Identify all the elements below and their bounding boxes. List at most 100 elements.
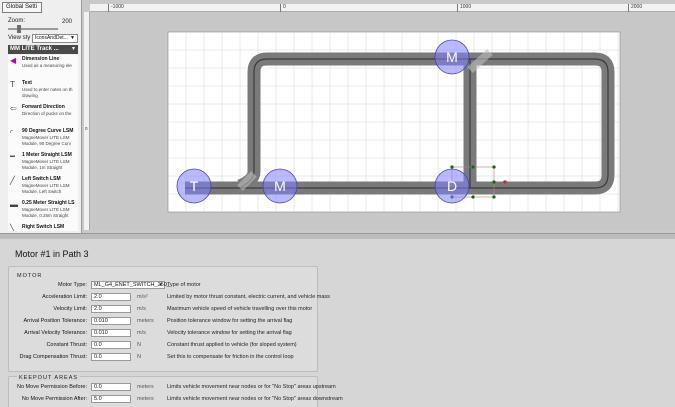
property-row: No Move Permission Before: 0.0 meters Limit… xyxy=(9,383,339,393)
property-label: Arrival Position Tolerance: xyxy=(23,318,87,324)
ruler-tick-label: 2000 xyxy=(628,4,642,12)
library-panel: Global Setti Zoom: 200 View sty IconsAnd… xyxy=(0,0,82,233)
library-item[interactable]: T Text Used to enter notes on th drawing xyxy=(8,79,78,103)
node-diverge[interactable]: D xyxy=(434,168,470,204)
library-selector[interactable]: MM LITE Track ... ▼ xyxy=(8,45,78,54)
library-item[interactable]: ╱ Left Switch LSM MagneMover LITE LSM Modul… xyxy=(8,175,78,199)
library-title: MM LITE Track ... xyxy=(10,46,59,52)
app-window: Global Setti Zoom: 200 View sty IconsAnd… xyxy=(0,0,675,407)
property-value: 2.0 xyxy=(94,306,102,312)
property-row: Drag Compensation Thrust: 0.0 N Set this to… xyxy=(9,353,339,363)
node-motor-top[interactable]: M xyxy=(434,39,470,75)
property-input[interactable]: 0.0 xyxy=(91,341,131,349)
property-value: 0.0 xyxy=(94,342,102,348)
node-motor-bottom-left[interactable]: M xyxy=(262,168,298,204)
node-motor-bottom-left-label: M xyxy=(274,178,286,194)
chevron-down-icon: ▼ xyxy=(71,46,76,52)
property-label: No Move Permission Before: xyxy=(17,384,87,390)
property-value: ML_G4_ENET_SWITCH_250_ xyxy=(94,282,170,288)
node-terminus[interactable]: T xyxy=(176,168,212,204)
property-input[interactable]: 0.010 xyxy=(91,329,131,337)
property-input[interactable]: 2.0 xyxy=(91,293,131,301)
dimension-arrow-icon: ◀ xyxy=(10,56,17,65)
horizontal-ruler: -1000 0 1000 2000 xyxy=(90,4,675,12)
property-unit: m/s xyxy=(137,306,146,312)
ruler-tick-label: -1000 xyxy=(108,4,124,12)
track-layout-canvas[interactable]: M M D T xyxy=(90,12,675,230)
library-item-description: MagneMover LITE LSM xyxy=(22,183,70,188)
property-value: 5.0 xyxy=(94,396,102,402)
view-style-select[interactable]: IconsAndDet... ▼ xyxy=(32,34,78,43)
property-input[interactable]: 0.0 xyxy=(91,383,131,391)
property-description: Maximum vehicle speed of vehicle travell… xyxy=(167,306,313,312)
library-item-description: MagneMover LITE LSM xyxy=(22,159,70,164)
library-item-description: Used to enter notes on th xyxy=(22,87,73,92)
property-row: Motor Type: ML_G4_ENET_SWITCH_250_ ▾ Type o… xyxy=(9,281,339,291)
short-straight-icon: ▬ xyxy=(10,200,18,209)
node-diverge-label: D xyxy=(447,178,457,194)
property-row: Arrival Position Tolerance: 0.010 meters Po… xyxy=(9,317,339,327)
tab-global-settings[interactable]: Global Setti xyxy=(2,2,42,13)
property-input[interactable]: 0.0 xyxy=(91,353,131,361)
left-switch-icon: ╱ xyxy=(10,176,15,185)
property-description: Limits vehicle movement near nodes or fo… xyxy=(167,384,336,390)
property-unit: N xyxy=(137,342,141,348)
ruler-tick-label: 1000 xyxy=(457,4,471,12)
property-label: Velocity Limit: xyxy=(53,306,87,312)
library-item[interactable]: ▬ 0.25 Meter Straight LS MagneMover LITE L… xyxy=(8,199,78,223)
library-item-name: Left Switch LSM xyxy=(22,176,61,182)
properties-title: Motor #1 in Path 3 xyxy=(15,249,89,259)
keepout-section-title: KEEPOUT AREAS xyxy=(17,375,81,381)
property-label: Drag Compensation Thrust: xyxy=(19,354,87,360)
properties-panel: Motor #1 in Path 3 MOTOR Motor Type: ML_G… xyxy=(0,239,675,407)
library-item[interactable]: ⇦ Forward Direction Direction of pucks on … xyxy=(8,103,78,127)
library-item-description: Module, Left Switch xyxy=(22,188,62,194)
library-item-name: Text xyxy=(22,80,32,86)
keepout-section: KEEPOUT AREAS No Move Permission Before:… xyxy=(8,375,343,407)
library-item-description: Module, 90 Degree Curv xyxy=(22,140,72,146)
library-item-name: 90 Degree Curve LSM xyxy=(22,128,74,134)
library-item[interactable]: ◜ 90 Degree Curve LSM MagneMover LITE LSM M… xyxy=(8,127,78,151)
property-input[interactable]: 5.0 xyxy=(91,395,131,403)
library-item-description: drawing xyxy=(22,92,38,98)
library-item-description: Used as a measuring ele xyxy=(22,63,72,68)
property-unit: meters xyxy=(137,396,154,402)
property-value: 0.0 xyxy=(94,384,102,390)
zoom-slider-track xyxy=(8,28,58,30)
ruler-tick-label: 0 xyxy=(280,4,286,12)
motor-section-title: MOTOR xyxy=(17,273,43,279)
track-layout-drawing[interactable]: M M D T xyxy=(90,12,675,230)
property-row: Acceleration Limit: 2.0 m/s² Limited by mot… xyxy=(9,293,339,303)
library-item-name: 0.25 Meter Straight LS xyxy=(22,200,75,206)
property-value: 0.010 xyxy=(94,318,108,324)
property-input[interactable]: 0.010 xyxy=(91,317,131,325)
property-label: Motor Type: xyxy=(58,282,87,288)
chevron-down-icon: ▼ xyxy=(70,35,75,41)
property-description: Position tolerance window for setting th… xyxy=(167,318,293,324)
property-unit: m/s² xyxy=(137,294,148,300)
motor-type-select[interactable]: ML_G4_ENET_SWITCH_250_ ▾ xyxy=(91,281,170,289)
library-item[interactable]: ╲ Right Switch LSM xyxy=(8,223,78,231)
library-item-description: Module, 1m Straight xyxy=(22,164,63,170)
ruler-tick-label: 0 xyxy=(85,126,88,131)
property-description: Set this to compensate for friction in t… xyxy=(167,354,294,360)
zoom-slider-thumb[interactable] xyxy=(17,25,22,33)
property-label: Arrival Velocity Tolerance: xyxy=(24,330,87,336)
library-item[interactable]: ━ 1 Meter Straight LSM MagneMover LITE LSM… xyxy=(8,151,78,175)
zoom-label: Zoom: xyxy=(8,18,26,24)
motor-section: MOTOR Motor Type: ML_G4_ENET_SWITCH_250_ ▾… xyxy=(8,266,330,372)
property-value: 0.0 xyxy=(94,354,102,360)
property-unit: N xyxy=(137,354,141,360)
text-icon: T xyxy=(10,80,15,89)
property-description: Type of motor xyxy=(167,282,201,288)
library-item[interactable]: ◀ Dimension Line Used as a measuring ele xyxy=(8,55,78,79)
property-input[interactable]: 2.0 xyxy=(91,305,131,313)
zoom-slider[interactable] xyxy=(8,25,58,33)
chevron-down-icon: ▾ xyxy=(159,282,162,288)
library-item-name: 1 Meter Straight LSM xyxy=(22,152,72,158)
property-row: Constant Thrust: 0.0 N Constant thrust appl… xyxy=(9,341,339,351)
node-motor-top-label: M xyxy=(446,49,458,65)
zoom-value: 200 xyxy=(62,19,73,25)
right-switch-icon: ╲ xyxy=(10,224,15,232)
library-item-name: Forward Direction xyxy=(22,104,65,110)
